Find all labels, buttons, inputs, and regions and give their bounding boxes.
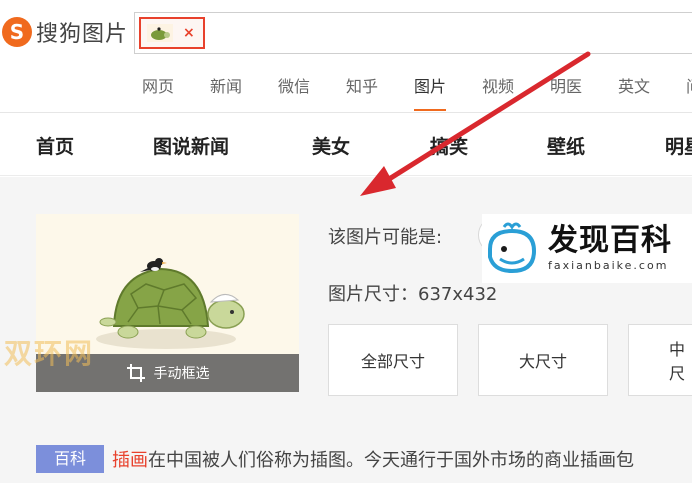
close-icon[interactable]: × xyxy=(183,25,195,41)
logo-text: 搜狗图片 xyxy=(36,22,129,47)
image-query-chip[interactable]: × xyxy=(139,17,205,49)
nav-item-ask[interactable]: 问 xyxy=(686,74,692,104)
crop-label: 手动框选 xyxy=(153,366,210,382)
nav-item-medical[interactable]: 明医 xyxy=(550,74,618,104)
faxianbaike-logo: 发现百科 faxianbaike.com xyxy=(482,214,692,283)
sogou-logo-icon xyxy=(2,17,32,47)
guess-label: 该图片可能是: xyxy=(328,227,443,248)
baike-description: 在中国被人们俗称为插图。今天通行于国外市场的商业插画包 xyxy=(148,450,634,471)
search-input[interactable]: × xyxy=(134,12,692,54)
baike-badge: 百科 xyxy=(36,445,104,473)
turtle-thumbnail-icon xyxy=(147,24,173,42)
size-filter-large[interactable]: 大尺寸 xyxy=(478,324,608,396)
nav-item-english[interactable]: 英文 xyxy=(618,74,686,104)
sogou-logo[interactable]: 搜狗图片 xyxy=(0,14,128,50)
nav-item-news[interactable]: 新闻 xyxy=(210,74,278,104)
category-beauty[interactable]: 美女 xyxy=(312,132,350,159)
baike-row: 百科 插画 在中国被人们俗称为插图。今天通行于国外市场的商业插画包 xyxy=(36,445,634,473)
whale-icon xyxy=(488,222,537,273)
category-bar: 首页 图说新闻 美女 搞笑 壁纸 明星 xyxy=(0,114,692,176)
category-wallpaper[interactable]: 壁纸 xyxy=(547,132,585,159)
category-stars[interactable]: 明星 xyxy=(665,132,692,159)
baike-term-link[interactable]: 插画 xyxy=(112,446,148,472)
nav-item-video[interactable]: 视频 xyxy=(482,74,550,104)
corner-logo-title: 发现百科 xyxy=(548,223,672,258)
size-filter-all[interactable]: 全部尺寸 xyxy=(328,324,458,396)
watermark: 双环网 xyxy=(4,337,95,370)
nav-item-images[interactable]: 图片 xyxy=(414,74,482,111)
header: 搜狗图片 × 网页 新闻 微信 知乎 图片 视频 明医 英文 问 xyxy=(0,0,692,113)
crop-icon xyxy=(126,364,145,382)
size-filter-medium[interactable]: 中尺 xyxy=(628,324,692,396)
search-nav: 网页 新闻 微信 知乎 图片 视频 明医 英文 问 xyxy=(142,74,692,111)
nav-item-wechat[interactable]: 微信 xyxy=(278,74,346,104)
category-funny[interactable]: 搞笑 xyxy=(430,132,468,159)
category-news-pictures[interactable]: 图说新闻 xyxy=(153,132,229,159)
nav-item-web[interactable]: 网页 xyxy=(142,74,210,104)
category-home[interactable]: 首页 xyxy=(36,132,74,159)
nav-item-zhihu[interactable]: 知乎 xyxy=(346,74,414,104)
corner-logo-subtitle: faxianbaike.com xyxy=(548,259,669,272)
image-size-text: 图片尺寸：637x432 xyxy=(328,284,498,305)
